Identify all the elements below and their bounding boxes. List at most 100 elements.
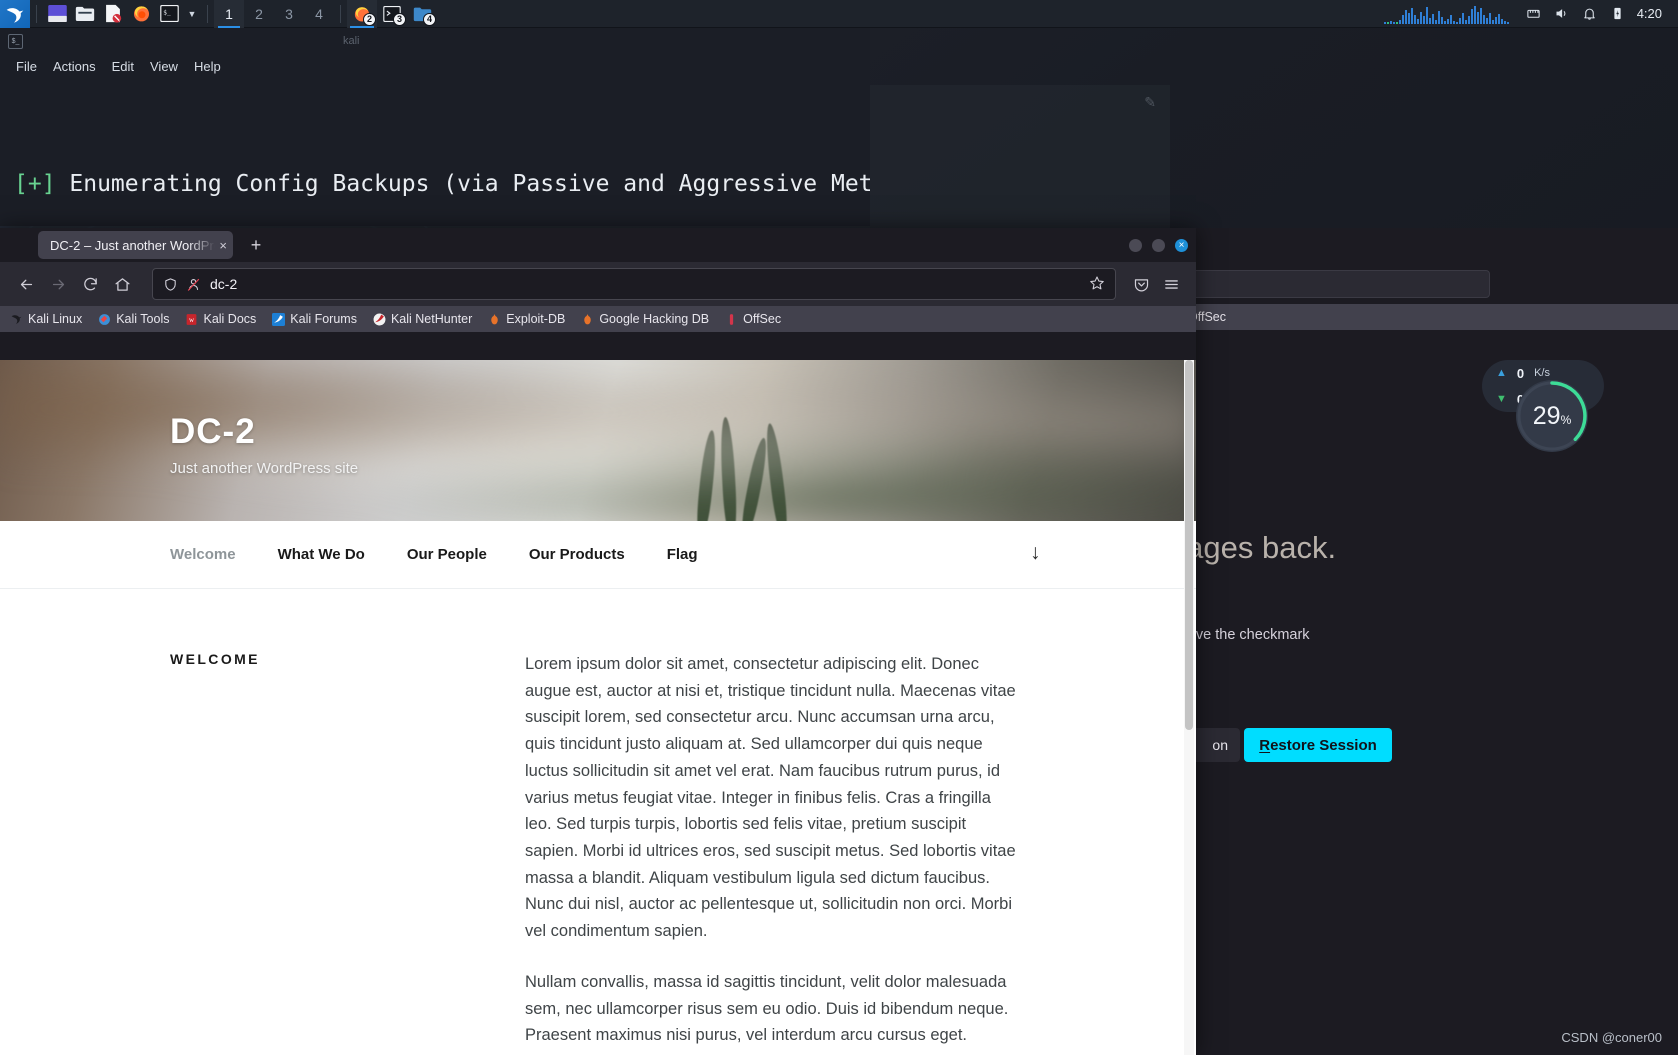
terminal-window[interactable]: $_ kali File Actions Edit View Help [+] … (0, 28, 870, 226)
paragraph-1: Lorem ipsum dolor sit amet, consectetur … (525, 655, 1016, 941)
firefox-main-window[interactable]: DC-2 – Just another WordPress site × + × (0, 228, 1196, 1055)
bookmark-kali-forums[interactable]: Kali Forums (272, 312, 357, 326)
reload-button[interactable] (74, 268, 106, 300)
launcher-file-manager[interactable] (71, 0, 99, 28)
back-button[interactable] (10, 268, 42, 300)
kali-tools-icon (98, 313, 111, 326)
terminal-status-marker: [+] (14, 171, 56, 198)
chevron-down-icon[interactable]: ▼ (183, 0, 201, 28)
terminal-icon (47, 5, 67, 22)
shield-icon[interactable] (163, 277, 178, 292)
page-scrollbar-thumb[interactable] (1185, 360, 1193, 730)
bookmarks-toolbar[interactable]: Kali Linux Kali Tools w Kali Docs Kali F… (0, 306, 1196, 332)
launcher-terminal-emulator[interactable] (43, 0, 71, 28)
upload-speed-unit: K/s (1534, 367, 1550, 379)
url-bar[interactable]: dc-2 (152, 268, 1116, 300)
battery-icon[interactable] (1605, 0, 1631, 28)
launcher-firefox[interactable] (127, 0, 155, 28)
launcher-terminal[interactable]: $_ (155, 0, 183, 28)
kali-menu-button[interactable] (0, 0, 30, 28)
permissions-blocked-icon[interactable] (186, 277, 201, 292)
session-restore-title: r pages back. (1180, 530, 1337, 565)
panel-separator (207, 4, 208, 23)
nav-item-what-we-do[interactable]: What We Do (278, 546, 365, 563)
restore-session-button[interactable]: Restore Session (1244, 728, 1392, 762)
watermark-text: CSDN @coner00 (1561, 1030, 1662, 1045)
nav-item-our-people[interactable]: Our People (407, 546, 487, 563)
terminal-menubar[interactable]: File Actions Edit View Help (0, 54, 870, 78)
home-button[interactable] (106, 268, 138, 300)
site-navigation[interactable]: Welcome What We Do Our People Our Produc… (0, 521, 1196, 589)
fm-edit-icon[interactable]: ✎ (1144, 94, 1156, 111)
decorative-leaf (738, 436, 771, 521)
upload-speed-value: 0 (1516, 365, 1525, 381)
taskbar-terminal[interactable]: 3 (377, 0, 407, 28)
workspace-2[interactable]: 2 (244, 0, 274, 28)
menu-help[interactable]: Help (194, 59, 221, 74)
tab-strip: DC-2 – Just another WordPress site × + × (0, 228, 1196, 262)
minimize-button[interactable] (1129, 238, 1142, 252)
maximize-button[interactable] (1152, 238, 1165, 252)
terminal-line-1: [+] Enumerating Config Backups (via Pass… (14, 171, 870, 198)
download-arrow-icon: ▼ (1495, 393, 1507, 405)
cpu-usage-value: 29% (1532, 401, 1572, 430)
new-tab-button[interactable]: + (241, 231, 271, 259)
menu-actions[interactable]: Actions (53, 59, 96, 74)
restore-session-label: estore Session (1270, 736, 1377, 754)
system-tray: 4:20 (1383, 0, 1678, 28)
bookmark-kali-tools[interactable]: Kali Tools (98, 312, 169, 326)
tab-dc2[interactable]: DC-2 – Just another WordPress site × (38, 231, 233, 259)
taskbar-badge: 3 (393, 12, 406, 26)
launcher-text-editor[interactable] (99, 0, 127, 28)
tab-close-icon[interactable]: × (215, 238, 227, 253)
app-menu-button[interactable] (1156, 268, 1186, 300)
bookmark-exploit-db[interactable]: Exploit-DB (488, 312, 565, 326)
notification-bell-icon[interactable] (1577, 0, 1603, 28)
close-button[interactable]: × (1175, 238, 1188, 252)
page-scrollbar[interactable] (1184, 360, 1194, 1055)
upload-arrow-icon: ▲ (1495, 367, 1507, 379)
section-body: Lorem ipsum dolor sit amet, consectetur … (525, 651, 1017, 1055)
clock[interactable]: 4:20 (1633, 6, 1670, 21)
terminal-title-text: kali (343, 35, 360, 47)
background-browser-window[interactable]: OffSec ▲ 0 K/s ▼ 0 K/s (1180, 228, 1678, 1055)
bookmark-kali-nethunter[interactable]: Kali NetHunter (373, 312, 472, 326)
folder-icon (75, 6, 95, 21)
save-to-pocket-button[interactable] (1126, 268, 1156, 300)
window-controls: × (1129, 228, 1188, 262)
menu-file[interactable]: File (16, 59, 37, 74)
menu-edit[interactable]: Edit (112, 59, 134, 74)
menu-view[interactable]: View (150, 59, 178, 74)
scroll-down-arrow-icon[interactable]: ↓ (1030, 541, 1041, 565)
section-heading: WELCOME (170, 651, 260, 667)
firefox-icon (133, 6, 149, 22)
network-monitor-widget: ▲ 0 K/s ▼ 0 K/s 29% (1481, 360, 1604, 452)
nav-item-flag[interactable]: Flag (667, 546, 698, 563)
decorative-leaf (718, 416, 739, 521)
network-graph-widget (1383, 4, 1509, 24)
nav-item-our-products[interactable]: Our Products (529, 546, 625, 563)
forward-button[interactable] (42, 268, 74, 300)
terminal-output[interactable]: [+] Enumerating Config Backups (via Pass… (0, 78, 870, 226)
bookmark-google-hacking-db[interactable]: Google Hacking DB (581, 312, 709, 326)
volume-icon[interactable] (1549, 0, 1575, 28)
bookmark-kali-docs[interactable]: w Kali Docs (185, 312, 256, 326)
kali-dragon-icon (6, 7, 24, 23)
background-url-bar[interactable] (1190, 270, 1490, 298)
taskbar-firefox[interactable]: 2 (347, 0, 377, 28)
workspace-1[interactable]: 1 (214, 0, 244, 28)
bookmark-offsec[interactable]: OffSec (725, 312, 781, 326)
exploit-db-icon (488, 313, 501, 326)
bookmark-star-icon[interactable] (1089, 275, 1105, 294)
nav-item-welcome[interactable]: Welcome (170, 546, 236, 563)
decorative-leaf (694, 429, 719, 521)
desktop-panel: $_ ▼ 1 2 3 4 2 3 4 4:20 (0, 0, 1678, 28)
taskbar-file-manager[interactable]: 4 (407, 0, 437, 28)
url-text[interactable]: dc-2 (210, 276, 1089, 292)
bookmark-kali-linux[interactable]: Kali Linux (10, 312, 82, 326)
workspace-3[interactable]: 3 (274, 0, 304, 28)
background-bookmarks-bar[interactable]: OffSec (1180, 304, 1678, 330)
workspace-4[interactable]: 4 (304, 0, 334, 28)
site-branding: DC-2 Just another WordPress site (170, 412, 358, 477)
network-icon[interactable] (1521, 0, 1547, 28)
